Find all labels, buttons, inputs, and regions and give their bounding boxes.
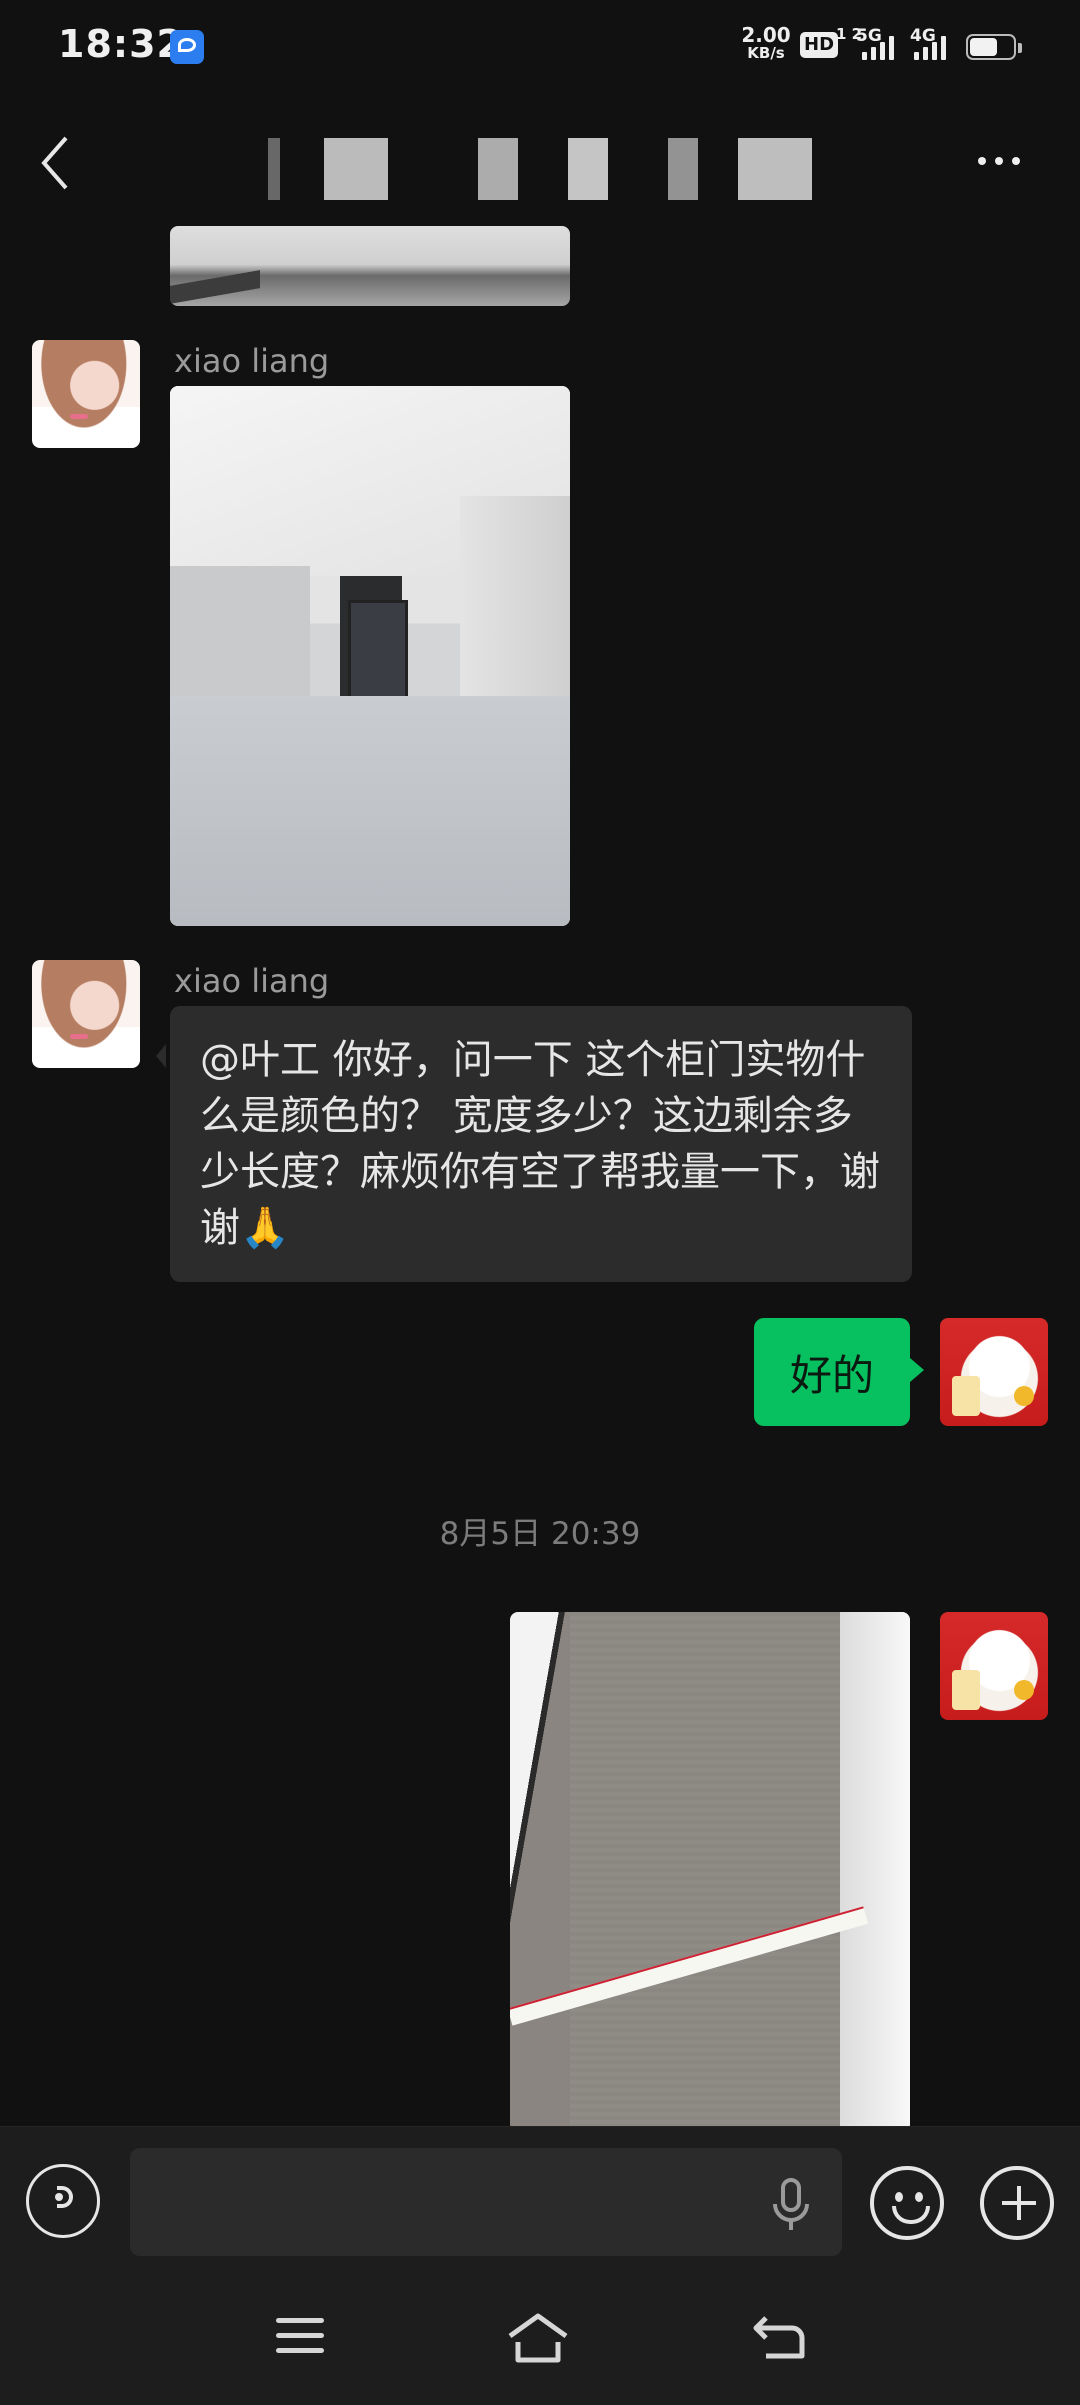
- network-speed-unit: KB/s: [747, 44, 785, 62]
- message-text: 好的: [790, 1350, 875, 1400]
- image-message-measure[interactable]: [510, 1612, 910, 2132]
- notification-app-icon: [170, 30, 204, 64]
- emoji-button[interactable]: [870, 2166, 944, 2240]
- nav-back-button[interactable]: [752, 2314, 806, 2360]
- my-avatar[interactable]: [940, 1612, 1048, 1720]
- signal-5g-icon: [862, 34, 894, 60]
- back-icon: [41, 136, 68, 190]
- signal-4g-icon: [914, 34, 946, 60]
- image-message-room[interactable]: [170, 386, 570, 926]
- text-message-incoming[interactable]: @叶工 你好，问一下 这个柜门实物什么是颜色的？ 宽度多少？这边剩余多少长度？麻…: [156, 1006, 912, 1282]
- emoji-icon: [895, 2192, 903, 2202]
- status-time: 18:32: [58, 22, 184, 66]
- mic-icon[interactable]: [770, 2176, 812, 2232]
- voice-input-button[interactable]: [26, 2164, 100, 2238]
- avatar[interactable]: [32, 340, 140, 448]
- nav-home-button[interactable]: [506, 2312, 570, 2364]
- message-input[interactable]: [130, 2148, 842, 2256]
- text-message-outgoing[interactable]: 好的: [754, 1318, 925, 1426]
- image-message-top[interactable]: [170, 226, 570, 306]
- sender-name: xiao liang: [174, 342, 330, 380]
- my-avatar[interactable]: [940, 1318, 1048, 1426]
- sender-name: xiao liang: [174, 962, 330, 1000]
- battery-icon: [966, 34, 1022, 60]
- message-timestamp: 8月5日 20:39: [439, 1516, 641, 1552]
- back-button[interactable]: [34, 130, 90, 196]
- more-button[interactable]: [978, 148, 1034, 174]
- chat-title: [268, 138, 812, 200]
- hd-badge: HD: [800, 32, 839, 58]
- more-actions-button[interactable]: [980, 2166, 1054, 2240]
- network-speed: 2.00 KB/s: [740, 25, 792, 62]
- more-icon: [978, 157, 986, 165]
- avatar[interactable]: [32, 960, 140, 1068]
- nav-menu-button[interactable]: [276, 2318, 324, 2354]
